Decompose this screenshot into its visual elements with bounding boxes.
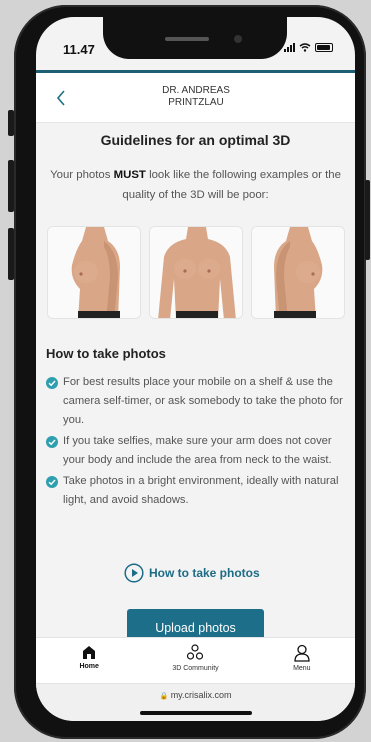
tab-menu[interactable]: Menu: [249, 638, 355, 683]
back-button[interactable]: [50, 87, 72, 109]
guidelines-text-emphasis: MUST: [113, 169, 146, 181]
battery-icon: [315, 43, 333, 52]
home-indicator: [140, 711, 252, 715]
wifi-icon: [299, 43, 311, 52]
tip-text: Take photos in a bright environment, ide…: [63, 475, 339, 506]
tab-menu-label: Menu: [293, 665, 311, 672]
tips-list: For best results place your mobile on a …: [46, 373, 346, 512]
check-circle-icon: [46, 476, 58, 488]
example-photos: [47, 226, 345, 319]
lock-icon: 🔒: [159, 693, 169, 700]
status-icons: [284, 43, 333, 52]
tab-home-label: Home: [79, 663, 99, 670]
guidelines-text-start: Your photos: [50, 169, 114, 181]
check-circle-icon: [46, 377, 58, 389]
tab-3d-community-label: 3D Community: [172, 665, 219, 672]
how-to-video-label: How to take photos: [149, 566, 260, 580]
power-button: [365, 180, 370, 260]
example-photo-right[interactable]: [251, 226, 345, 319]
guidelines-text: Your photos MUST look like the following…: [46, 165, 345, 205]
tip-item: For best results place your mobile on a …: [46, 373, 346, 430]
navbar: DR. ANDREAS PRINTZLAU: [36, 73, 355, 123]
chevron-left-icon: [56, 90, 65, 106]
tab-bar: Home 3D Community Menu: [36, 637, 355, 683]
silent-switch: [8, 110, 14, 136]
tab-home[interactable]: Home: [36, 638, 142, 683]
user-icon: [294, 644, 310, 662]
url-label: my.crisalix.com: [170, 690, 232, 700]
guidelines-title: Guidelines for an optimal 3D: [100, 132, 291, 148]
home-icon: [83, 646, 96, 659]
tab-3d-community[interactable]: 3D Community: [142, 638, 248, 683]
torso-front-icon: [150, 227, 242, 318]
check-circle-icon: [46, 436, 58, 448]
tip-item: Take photos in a bright environment, ide…: [46, 472, 346, 510]
how-to-video-link[interactable]: How to take photos: [124, 563, 260, 583]
example-photo-front[interactable]: [149, 226, 243, 319]
notch: [103, 17, 287, 59]
url-text: 🔒 my.crisalix.com: [36, 690, 355, 700]
how-to-heading: How to take photos: [46, 346, 166, 361]
browser-url-bar[interactable]: 🔒 my.crisalix.com: [36, 683, 355, 721]
signal-icon: [284, 43, 295, 52]
guidelines-text-end: look like the following examples or the …: [122, 169, 341, 201]
tip-text: For best results place your mobile on a …: [63, 376, 343, 426]
clinic-name: DR. ANDREAS PRINTZLAU: [162, 85, 230, 108]
phone-screen: 11.47 DR. ANDREAS PRINTZLAU Guidelines f…: [36, 17, 355, 721]
volume-down-button: [8, 228, 14, 280]
tip-item: If you take selfies, make sure your arm …: [46, 432, 346, 470]
torso-side-left-icon: [48, 227, 140, 318]
status-time: 11.47: [63, 42, 95, 57]
example-photo-left[interactable]: [47, 226, 141, 319]
play-circle-icon: [124, 563, 144, 583]
tip-text: If you take selfies, make sure your arm …: [63, 435, 332, 466]
torso-side-right-icon: [252, 227, 344, 318]
community-icon: [187, 644, 204, 660]
volume-up-button: [8, 160, 14, 212]
